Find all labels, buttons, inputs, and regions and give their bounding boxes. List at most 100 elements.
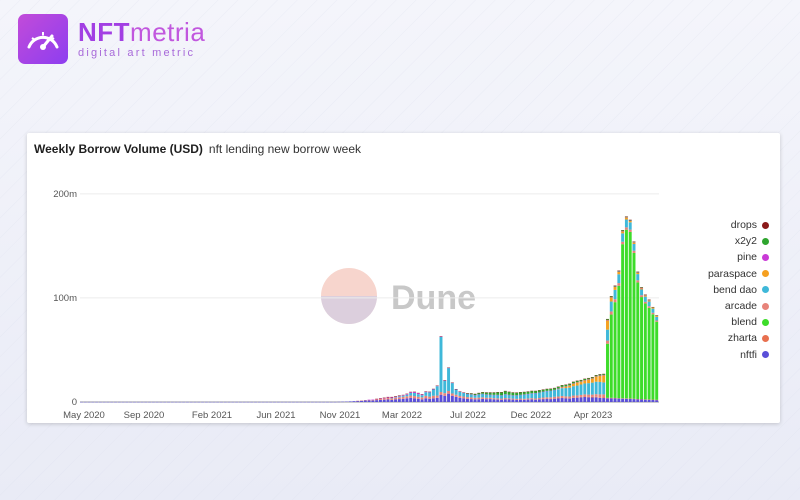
- bar-segment-nftfi: [545, 398, 549, 402]
- bar-week-117: [522, 391, 526, 402]
- bar-segment-zharta: [598, 397, 602, 398]
- bar-segment-nftfi: [409, 397, 413, 402]
- bar-segment-zharta: [609, 397, 613, 399]
- legend-item-pine[interactable]: pine: [699, 249, 769, 265]
- bar-segment-pine: [405, 394, 409, 395]
- bar-segment-bend-dao: [473, 395, 477, 398]
- x-tick-label: Sep 2020: [124, 410, 165, 421]
- bar-segment-nftfi: [511, 399, 515, 402]
- bar-week-107: [484, 392, 488, 402]
- bar-segment-arcade: [647, 306, 651, 308]
- bar-segment-arcade: [454, 394, 458, 397]
- legend-item-paraspace[interactable]: paraspace: [699, 266, 769, 282]
- legend-item-drops[interactable]: drops: [699, 217, 769, 233]
- bar-segment-nftfi: [375, 400, 379, 402]
- bar-segment-paraspace: [602, 375, 606, 383]
- bar-week-135: [590, 377, 594, 402]
- bar-week-129: [568, 383, 572, 402]
- bar-segment-arcade: [560, 395, 564, 398]
- bar-segment-drops: [386, 396, 390, 398]
- bar-segment-blend: [606, 343, 609, 398]
- bar-segment-bend-dao: [503, 394, 507, 399]
- bar-segment-bend-dao: [428, 392, 432, 397]
- bar-segment-x2y2: [526, 391, 530, 394]
- bar-segment-nftfi: [469, 399, 473, 402]
- bar-segment-blend: [655, 321, 659, 400]
- legend-item-zharta[interactable]: zharta: [699, 330, 769, 346]
- bar-segment-bend-dao: [598, 381, 602, 395]
- legend-item-blend[interactable]: blend: [699, 314, 769, 330]
- bar-segment-blend: [643, 303, 647, 400]
- bar-segment-zharta: [587, 396, 591, 398]
- bar-segment-arcade: [401, 396, 405, 399]
- bar-segment-arcade: [443, 393, 447, 396]
- bar-segment-arcade: [503, 398, 507, 400]
- bar-segment-arcade: [390, 398, 394, 400]
- bar-week-110: [496, 392, 500, 402]
- x-tick-label: Jun 2021: [256, 410, 295, 421]
- bar-segment-zharta: [606, 397, 609, 399]
- bar-segment-blend: [609, 314, 613, 398]
- bar-segment-arcade: [416, 396, 420, 399]
- brand-name-part1: NFT: [78, 17, 131, 47]
- bar-segment-nftfi: [534, 399, 538, 402]
- x-tick-label: May 2020: [63, 410, 105, 421]
- legend-item-bend-dao[interactable]: bend dao: [699, 282, 769, 298]
- bar-segment-nftfi: [352, 401, 356, 402]
- bar-segment-arcade: [643, 301, 647, 304]
- legend-item-nftfi[interactable]: nftfi: [699, 347, 769, 363]
- legend-item-arcade[interactable]: arcade: [699, 298, 769, 314]
- legend-label: blend: [731, 316, 757, 329]
- bar-segment-nftfi: [553, 398, 556, 402]
- bar-segment-arcade: [522, 398, 526, 400]
- bar-week-109: [492, 392, 496, 402]
- bar-week-131: [575, 380, 579, 402]
- bar-week-100: [458, 391, 462, 402]
- bar-segment-arcade: [556, 396, 560, 399]
- x-tick-label: Apr 2023: [574, 410, 613, 421]
- bar-segment-nftfi: [431, 398, 435, 402]
- bar-segment-nftfi: [454, 396, 458, 402]
- bar-week-80: [382, 397, 386, 402]
- bar-segment-arcade: [628, 229, 632, 232]
- bar-segment-nftfi: [632, 399, 636, 402]
- bar-segment-nftfi: [549, 399, 553, 402]
- bar-segment-bend-dao: [624, 219, 628, 228]
- bar-segment-arcade: [481, 397, 485, 399]
- bar-week-105: [477, 392, 481, 402]
- bar-segment-nftfi: [428, 398, 432, 402]
- x-tick-label: Feb 2021: [192, 410, 232, 421]
- bar-segment-nftfi: [360, 400, 363, 402]
- bar-segment-arcade: [579, 394, 583, 397]
- bar-segment-arcade: [549, 397, 553, 399]
- bar-segment-arcade: [466, 397, 469, 399]
- bar-segment-paraspace: [568, 385, 572, 388]
- bar-week-77: [371, 399, 375, 402]
- bar-segment-nftfi: [515, 399, 519, 402]
- bar-segment-zharta: [583, 396, 587, 397]
- bar-segment-bend-dao: [458, 391, 462, 396]
- bar-segment-arcade: [568, 396, 572, 399]
- bar-segment-nftfi: [503, 399, 507, 402]
- bar-week-92: [428, 391, 432, 402]
- bar-segment-arcade: [507, 398, 511, 400]
- bar-segment-arcade: [537, 398, 541, 400]
- bar-segment-x2y2: [496, 392, 500, 395]
- bar-segment-x2y2: [549, 388, 553, 391]
- bar-segment-bend-dao: [530, 393, 534, 399]
- bar-segment-bend-dao: [636, 274, 640, 281]
- bar-segment-arcade: [632, 250, 636, 253]
- bar-segment-x2y2: [541, 389, 545, 392]
- bar-segment-bend-dao: [560, 388, 564, 396]
- bar-segment-arcade: [378, 398, 382, 400]
- x-tick-label: Dec 2022: [511, 410, 552, 421]
- bar-segment-blend: [636, 282, 640, 399]
- legend-label: zharta: [727, 332, 757, 345]
- brand-name: NFTmetria: [78, 19, 205, 45]
- bar-segment-bend-dao: [450, 383, 454, 394]
- brand-header: NFTmetria digital art metric: [18, 14, 205, 64]
- bar-segment-blend: [640, 297, 644, 400]
- bar-segment-x2y2: [534, 390, 538, 394]
- bar-segment-nftfi: [640, 399, 644, 402]
- legend-item-x2y2[interactable]: x2y2: [699, 233, 769, 249]
